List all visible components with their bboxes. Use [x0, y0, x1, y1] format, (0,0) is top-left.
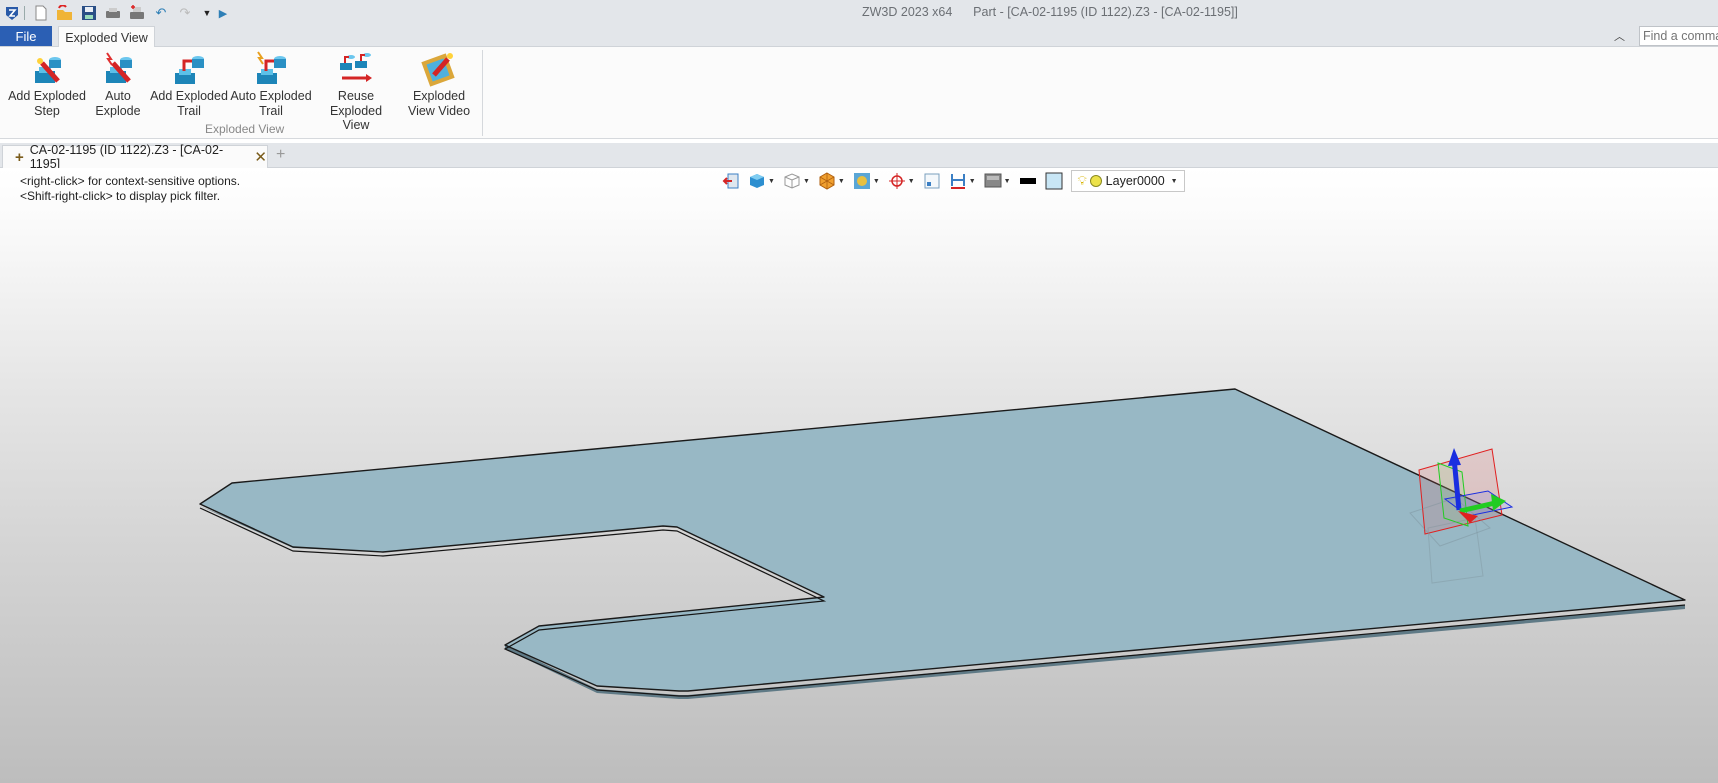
ribbon-panel: Add Exploded Step Auto Explode Add Explo… — [0, 47, 1718, 139]
button-label: Explode — [95, 103, 141, 118]
sheet-metal-plate[interactable] — [199, 388, 1686, 699]
button-label: View Video — [407, 103, 471, 118]
face-color-button[interactable] — [1045, 172, 1063, 190]
exit-button[interactable] — [722, 172, 740, 190]
exit-icon — [722, 173, 739, 189]
chevron-down-icon: ▼ — [802, 177, 810, 185]
light-bulb-icon[interactable]: 💡︎ — [1078, 173, 1087, 189]
chevron-down-icon: ▼ — [768, 177, 775, 185]
button-label: Reuse Exploded — [329, 89, 383, 118]
ribbon-tab-row: File Exploded View ︿ — [0, 25, 1718, 48]
line-color-icon — [1019, 178, 1036, 184]
scene-canvas[interactable] — [0, 168, 1718, 783]
face-color-icon — [1045, 172, 1063, 190]
button-label: Exploded — [412, 89, 466, 103]
ribbon-group-label: Exploded View — [205, 122, 285, 136]
view-fit-icon — [853, 173, 870, 189]
viewport-hint: <right-click> for context-sensitive opti… — [20, 174, 240, 204]
3d-viewport[interactable]: <right-click> for context-sensitive opti… — [0, 168, 1718, 783]
app-name: ZW3D 2023 x64 — [862, 5, 953, 19]
tab-file[interactable]: File — [0, 26, 52, 46]
auto-exploded-trail-icon — [257, 51, 286, 84]
close-icon[interactable]: ✕ — [254, 148, 267, 166]
auto-explode-button[interactable]: Auto Explode — [94, 51, 142, 118]
print-preview-icon[interactable] — [128, 4, 146, 22]
app-logo-icon[interactable] — [3, 4, 21, 22]
hint-shift-right-click: <Shift-right-click> to display pick filt… — [20, 189, 221, 203]
add-exploded-trail-button[interactable]: Add Exploded Trail — [150, 51, 228, 118]
exploded-view-video-button[interactable]: Exploded View Video — [404, 51, 474, 118]
auto-exploded-trail-button[interactable]: Auto Exploded Trail — [230, 51, 312, 118]
reuse-exploded-view-button[interactable]: Reuse Exploded View — [314, 51, 398, 133]
chevron-down-icon: ▼ — [837, 177, 845, 185]
save-icon[interactable] — [80, 4, 98, 22]
exploded-view-video-icon — [421, 53, 455, 87]
hint-right-click: <right-click> for context-sensitive opti… — [20, 174, 241, 188]
dimension-dropdown[interactable]: ▼ — [949, 172, 976, 190]
more-arrow-icon[interactable]: ▶ — [214, 4, 232, 22]
render-mode-dropdown[interactable]: ▼ — [818, 172, 845, 190]
redo-icon[interactable]: ↷ — [176, 4, 194, 22]
auto-explode-icon — [106, 52, 132, 83]
layer-status-icon — [1089, 175, 1102, 187]
add-exploded-trail-icon — [175, 56, 204, 84]
chevron-down-icon: ▼ — [1170, 177, 1178, 185]
background-icon — [984, 173, 1002, 188]
undo-icon[interactable]: ↶ — [152, 4, 170, 22]
chevron-down-icon: ▼ — [907, 177, 915, 185]
chevron-down-icon: ▼ — [968, 177, 976, 185]
document-tab-bar: + CA-02-1195 (ID 1122).Z3 - [CA-02-1195]… — [0, 143, 1718, 171]
layer-dropdown[interactable]: 💡︎ Layer0000 ▼ — [1070, 170, 1185, 192]
shading-mode-dropdown[interactable]: ▼ — [748, 172, 775, 190]
collapse-ribbon-icon[interactable]: ︿ — [1614, 28, 1625, 44]
render-mode-icon — [819, 172, 835, 190]
document-tab-label: CA-02-1195 (ID 1122).Z3 - [CA-02-1195] — [29, 143, 224, 171]
print-icon[interactable] — [104, 4, 122, 22]
zoom-window-button[interactable] — [923, 172, 941, 190]
new-tab-button[interactable]: + — [276, 146, 285, 164]
wireframe-dropdown[interactable]: ▼ — [783, 172, 810, 190]
button-label: View — [342, 118, 370, 132]
line-color-button[interactable] — [1019, 172, 1037, 190]
divider — [24, 6, 25, 20]
document-title: Part - [CA-02-1195 (ID 1122).Z3 - [CA-02… — [973, 5, 1238, 19]
chevron-down-icon: ▼ — [872, 177, 880, 185]
plate-top-face — [199, 388, 1686, 692]
reuse-exploded-view-icon — [340, 53, 372, 82]
button-label: Trail — [177, 103, 201, 118]
button-label: Auto — [105, 89, 131, 103]
zoom-window-icon — [924, 173, 940, 189]
new-file-icon[interactable] — [32, 4, 50, 22]
view-toolbar: ▼ ▼ ▼ ▼ ▼ ▼ ▼ 💡︎ Layer0000 ▼ — [722, 168, 1185, 194]
window-title: ZW3D 2023 x64 Part - [CA-02-1195 (ID 112… — [862, 5, 1238, 19]
background-dropdown[interactable]: ▼ — [984, 172, 1011, 190]
button-label: Trail — [259, 103, 283, 118]
pick-target-dropdown[interactable]: ▼ — [888, 172, 915, 190]
find-command-input[interactable] — [1639, 26, 1718, 46]
button-label: Step — [34, 103, 60, 118]
button-label: Auto Exploded — [230, 89, 312, 103]
layer-name: Layer0000 — [1105, 174, 1165, 188]
add-exploded-step-icon — [35, 57, 61, 83]
chevron-down-icon: ▼ — [1003, 177, 1011, 185]
pick-target-icon — [888, 173, 905, 189]
shaded-cube-icon — [750, 174, 764, 188]
tab-exploded-view[interactable]: Exploded View — [58, 26, 155, 48]
add-exploded-step-button[interactable]: Add Exploded Step — [8, 51, 86, 118]
wireframe-cube-icon — [784, 173, 800, 189]
document-tab[interactable]: + CA-02-1195 (ID 1122).Z3 - [CA-02-1195]… — [2, 143, 268, 171]
view-fit-dropdown[interactable]: ▼ — [853, 172, 880, 190]
open-file-icon[interactable] — [56, 4, 74, 22]
dimension-icon — [950, 174, 965, 189]
part-icon: + — [15, 148, 24, 166]
group-divider — [482, 50, 483, 136]
z-axis-head — [1448, 448, 1461, 466]
button-label: Add Exploded — [8, 89, 86, 103]
title-bar: ↶ ↷ ▼ ▶ ZW3D 2023 x64 Part - [CA-02-1195… — [0, 0, 1718, 25]
button-label: Add Exploded — [150, 89, 228, 103]
